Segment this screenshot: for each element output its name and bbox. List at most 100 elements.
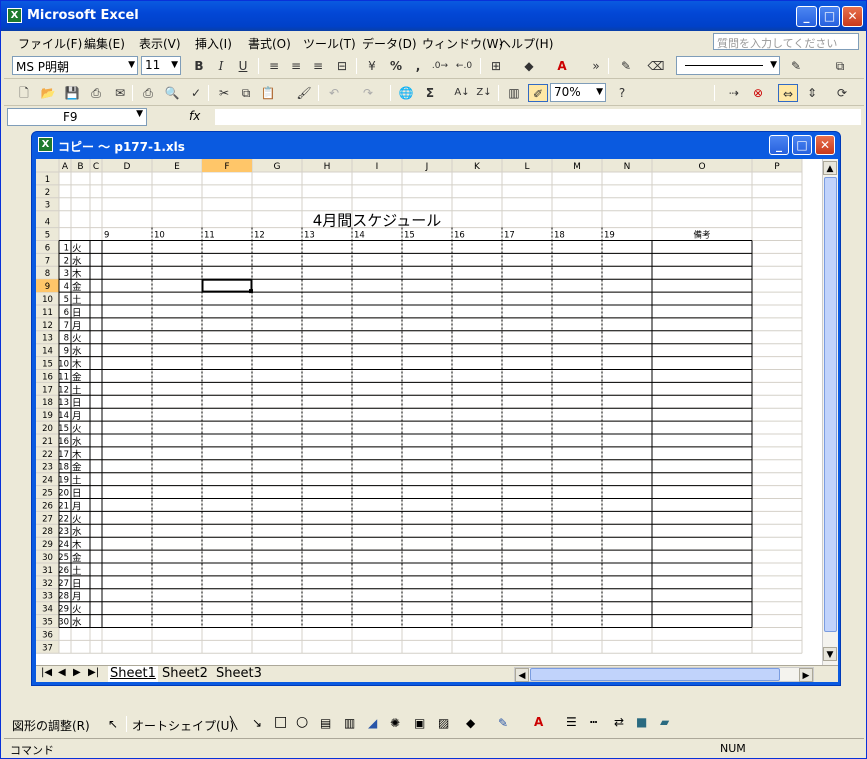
help-icon[interactable]: ? [612, 84, 632, 102]
currency-icon[interactable]: ¥ [362, 57, 382, 75]
menu-item[interactable]: 挿入(I) [195, 35, 232, 51]
sync-scroll-icon[interactable]: ⇕ [802, 84, 822, 102]
3d-style-icon[interactable]: ▰ [660, 715, 669, 729]
fill-color-icon[interactable]: ◆ [466, 716, 475, 730]
row-header[interactable]: 12 [42, 321, 53, 331]
new-file-icon[interactable]: 🗋 [14, 84, 34, 102]
scroll-right-icon[interactable]: ▶ [799, 668, 813, 682]
diagram-icon[interactable]: ✺ [390, 716, 400, 730]
permission-icon[interactable]: ⎙ [86, 84, 106, 102]
first-sheet-icon[interactable]: |◀ [41, 667, 52, 678]
row-header[interactable]: 27 [42, 514, 53, 524]
line-style-combo[interactable]: ▼ [676, 56, 780, 75]
align-left-icon[interactable]: ≡ [264, 57, 284, 75]
borders-icon[interactable]: ⊞ [486, 57, 506, 75]
formula-input[interactable] [214, 108, 862, 126]
format-painter-icon[interactable]: 🖌 [294, 84, 314, 102]
row-header[interactable]: 24 [42, 476, 53, 486]
row-header[interactable]: 9 [45, 282, 50, 292]
cut-icon[interactable]: ✂ [214, 84, 234, 102]
select-objects-icon[interactable]: ↖ [108, 717, 118, 731]
next-sheet-icon[interactable]: ▶ [73, 667, 81, 678]
row-header[interactable]: 34 [42, 605, 53, 615]
menu-item[interactable]: 編集(E) [84, 35, 125, 51]
font-name-combo[interactable]: MS P明朝 ▼ [12, 56, 138, 75]
spelling-icon[interactable]: ✓ [186, 84, 206, 102]
horizontal-scrollbar[interactable]: ◀ ▶ [514, 667, 814, 682]
increase-decimal-icon[interactable]: .0→ [430, 57, 450, 75]
row-header[interactable]: 18 [42, 398, 53, 408]
autoshape-menu[interactable]: オートシェイプ(U) [132, 717, 234, 734]
column-header[interactable]: O [698, 162, 705, 172]
sort-ascending-icon[interactable]: A↓ [452, 84, 472, 102]
row-header[interactable]: 26 [42, 501, 53, 511]
last-sheet-icon[interactable]: ▶| [88, 667, 99, 678]
column-header[interactable]: E [174, 162, 180, 172]
horizontal-scroll-thumb[interactable] [530, 668, 780, 681]
sort-descending-icon[interactable]: Z↓ [474, 84, 494, 102]
row-header[interactable]: 21 [42, 437, 53, 447]
dash-style-icon[interactable]: ┅ [590, 715, 597, 729]
font-color-icon[interactable]: A [552, 57, 572, 75]
textbox-tool-icon[interactable]: ▤ [320, 716, 331, 730]
menu-item[interactable]: ウィンドウ(W) [422, 35, 503, 51]
font-color-icon[interactable]: A [534, 715, 543, 729]
erase-border-icon[interactable]: ⌫ [646, 57, 666, 75]
row-header[interactable]: 35 [42, 618, 53, 628]
drawing-toggle-icon[interactable]: ✐ [528, 84, 548, 102]
save-icon[interactable]: 💾 [62, 84, 82, 102]
column-header[interactable]: D [124, 162, 131, 172]
align-right-icon[interactable]: ≡ [308, 57, 328, 75]
row-header[interactable]: 2 [45, 188, 50, 198]
row-header[interactable]: 7 [45, 256, 50, 266]
row-header[interactable]: 8 [45, 269, 50, 279]
hyperlink-icon[interactable]: 🌐 [396, 84, 416, 102]
wordart-icon[interactable]: ◢ [368, 716, 377, 730]
open-folder-icon[interactable]: 📂 [38, 84, 58, 102]
column-header[interactable]: L [524, 162, 529, 172]
italic-button[interactable]: I [211, 57, 231, 75]
sheet-tab[interactable]: Sheet1 [108, 666, 158, 682]
print-icon[interactable]: ⎙ [138, 84, 158, 102]
column-header[interactable]: H [324, 162, 331, 172]
row-header[interactable]: 30 [42, 553, 53, 563]
workbook-minimize-button[interactable]: _ [769, 135, 789, 155]
adjust-shapes-menu[interactable]: 図形の調整(R) [12, 717, 90, 734]
close-button[interactable]: ✕ [842, 6, 863, 27]
row-header[interactable]: 11 [42, 308, 53, 318]
arrow-style-icon[interactable]: ⇄ [614, 715, 624, 729]
app-titlebar[interactable]: X Microsoft Excel _ □ ✕ [1, 1, 866, 31]
fill-color-icon[interactable]: ◆ [519, 57, 539, 75]
font-size-combo[interactable]: 11 ▼ [141, 56, 181, 75]
column-header[interactable]: A [62, 162, 69, 172]
minimize-button[interactable]: _ [796, 6, 817, 27]
line-style-icon[interactable]: ☰ [566, 715, 577, 729]
row-header[interactable]: 3 [45, 201, 50, 211]
underline-button[interactable]: U [233, 57, 253, 75]
vertical-scrollbar[interactable]: ▲ ▼ [822, 159, 838, 665]
arrow-tool-icon[interactable]: ↘ [252, 716, 262, 730]
draw-border-icon[interactable]: ✎ [616, 57, 636, 75]
menu-item[interactable]: 表示(V) [139, 35, 181, 51]
row-header[interactable]: 32 [42, 579, 53, 589]
sheet-tab[interactable]: Sheet2 [162, 666, 208, 682]
email-icon[interactable]: ✉ [110, 84, 130, 102]
column-header[interactable]: G [274, 162, 281, 172]
row-header[interactable]: 4 [45, 218, 50, 228]
menu-item[interactable]: ヘルプ(H) [499, 35, 553, 51]
workbook-titlebar[interactable]: X コピー ～ p177-1.xls _ □ ✕ [32, 132, 840, 158]
column-header[interactable]: B [77, 162, 83, 172]
row-header[interactable]: 20 [42, 424, 53, 434]
redo-icon[interactable]: ↷ [358, 84, 378, 102]
column-header[interactable]: N [624, 162, 631, 172]
percent-button[interactable]: % [386, 57, 406, 75]
row-header[interactable]: 36 [42, 630, 53, 640]
shadow-style-icon[interactable]: ■ [636, 715, 647, 729]
column-header[interactable]: F [224, 162, 229, 172]
print-preview-icon[interactable]: 🔍 [162, 84, 182, 102]
column-header[interactable]: J [425, 162, 429, 172]
vertical-scroll-thumb[interactable] [824, 177, 837, 632]
workbook-maximize-button[interactable]: □ [792, 135, 812, 155]
scroll-up-icon[interactable]: ▲ [823, 161, 837, 175]
prev-sheet-icon[interactable]: ◀ [58, 667, 66, 678]
